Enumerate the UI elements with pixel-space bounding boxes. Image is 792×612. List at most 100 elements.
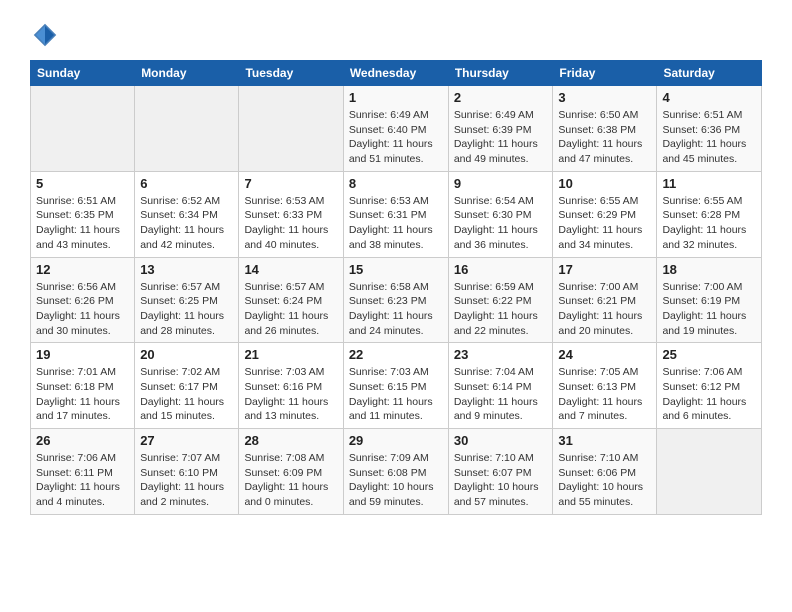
day-number: 8: [349, 176, 443, 191]
day-info: Sunrise: 6:52 AM Sunset: 6:34 PM Dayligh…: [140, 194, 233, 253]
day-info: Sunrise: 7:08 AM Sunset: 6:09 PM Dayligh…: [244, 451, 337, 510]
calendar-cell: 6 Sunrise: 6:52 AM Sunset: 6:34 PM Daylig…: [135, 171, 239, 257]
day-info: Sunrise: 7:04 AM Sunset: 6:14 PM Dayligh…: [454, 365, 548, 424]
calendar-cell: 18Sunrise: 7:00 AM Sunset: 6:19 PM Dayli…: [657, 257, 762, 343]
day-info: Sunrise: 6:54 AM Sunset: 6:30 PM Dayligh…: [454, 194, 548, 253]
weekday-header-thursday: Thursday: [448, 61, 553, 86]
calendar-cell: 14 Sunrise: 6:57 AM Sunset: 6:24 PM Dayli…: [239, 257, 343, 343]
day-info: Sunrise: 6:55 AM Sunset: 6:29 PM Dayligh…: [558, 194, 651, 253]
weekday-header-sunday: Sunday: [31, 61, 135, 86]
day-number: 6: [140, 176, 233, 191]
day-number: 22: [349, 347, 443, 362]
calendar-cell: 30 Sunrise: 7:10 AM Sunset: 6:07 PM Dayli…: [448, 429, 553, 515]
calendar-cell: 1 Sunrise: 6:49 AM Sunset: 6:40 PM Daylig…: [343, 86, 448, 172]
day-info: Sunrise: 6:51 AM Sunset: 6:36 PM Dayligh…: [662, 108, 756, 167]
day-info: Sunrise: 6:57 AM Sunset: 6:25 PM Dayligh…: [140, 280, 233, 339]
weekday-header-tuesday: Tuesday: [239, 61, 343, 86]
calendar-cell: 19Sunrise: 7:01 AM Sunset: 6:18 PM Dayli…: [31, 343, 135, 429]
day-number: 14: [244, 262, 337, 277]
calendar-cell: 16 Sunrise: 6:59 AM Sunset: 6:22 PM Dayli…: [448, 257, 553, 343]
day-number: 15: [349, 262, 443, 277]
day-number: 13: [140, 262, 233, 277]
calendar-cell: [31, 86, 135, 172]
weekday-header-saturday: Saturday: [657, 61, 762, 86]
day-info: Sunrise: 7:07 AM Sunset: 6:10 PM Dayligh…: [140, 451, 233, 510]
calendar-cell: 25 Sunrise: 7:06 AM Sunset: 6:12 PM Dayli…: [657, 343, 762, 429]
day-number: 9: [454, 176, 548, 191]
day-info: Sunrise: 6:55 AM Sunset: 6:28 PM Dayligh…: [662, 194, 756, 253]
week-row-2: 5 Sunrise: 6:51 AM Sunset: 6:35 PM Daylig…: [31, 171, 762, 257]
calendar-cell: 26 Sunrise: 7:06 AM Sunset: 6:11 PM Dayli…: [31, 429, 135, 515]
calendar-cell: 2 Sunrise: 6:49 AM Sunset: 6:39 PM Daylig…: [448, 86, 553, 172]
weekday-header-monday: Monday: [135, 61, 239, 86]
day-info: Sunrise: 6:49 AM Sunset: 6:40 PM Dayligh…: [349, 108, 443, 167]
day-number: 25: [662, 347, 756, 362]
week-row-4: 19Sunrise: 7:01 AM Sunset: 6:18 PM Dayli…: [31, 343, 762, 429]
day-info: Sunrise: 7:06 AM Sunset: 6:12 PM Dayligh…: [662, 365, 756, 424]
calendar: SundayMondayTuesdayWednesdayThursdayFrid…: [30, 60, 762, 515]
day-number: 28: [244, 433, 337, 448]
day-number: 21: [244, 347, 337, 362]
calendar-cell: [135, 86, 239, 172]
page-header: [30, 20, 762, 50]
logo: [30, 20, 65, 50]
day-info: Sunrise: 7:00 AM Sunset: 6:21 PM Dayligh…: [558, 280, 651, 339]
calendar-cell: 4Sunrise: 6:51 AM Sunset: 6:36 PM Daylig…: [657, 86, 762, 172]
calendar-cell: 20Sunrise: 7:02 AM Sunset: 6:17 PM Dayli…: [135, 343, 239, 429]
day-number: 5: [36, 176, 129, 191]
day-number: 3: [558, 90, 651, 105]
weekday-row: SundayMondayTuesdayWednesdayThursdayFrid…: [31, 61, 762, 86]
calendar-cell: 31Sunrise: 7:10 AM Sunset: 6:06 PM Dayli…: [553, 429, 657, 515]
calendar-cell: 3 Sunrise: 6:50 AM Sunset: 6:38 PM Daylig…: [553, 86, 657, 172]
day-info: Sunrise: 7:02 AM Sunset: 6:17 PM Dayligh…: [140, 365, 233, 424]
calendar-cell: 11 Sunrise: 6:55 AM Sunset: 6:28 PM Dayli…: [657, 171, 762, 257]
calendar-cell: 15Sunrise: 6:58 AM Sunset: 6:23 PM Dayli…: [343, 257, 448, 343]
calendar-cell: [239, 86, 343, 172]
day-info: Sunrise: 7:10 AM Sunset: 6:07 PM Dayligh…: [454, 451, 548, 510]
day-number: 30: [454, 433, 548, 448]
week-row-3: 12 Sunrise: 6:56 AM Sunset: 6:26 PM Dayli…: [31, 257, 762, 343]
weekday-header-wednesday: Wednesday: [343, 61, 448, 86]
calendar-cell: 9 Sunrise: 6:54 AM Sunset: 6:30 PM Daylig…: [448, 171, 553, 257]
day-number: 26: [36, 433, 129, 448]
week-row-1: 1 Sunrise: 6:49 AM Sunset: 6:40 PM Daylig…: [31, 86, 762, 172]
day-info: Sunrise: 6:49 AM Sunset: 6:39 PM Dayligh…: [454, 108, 548, 167]
day-info: Sunrise: 6:56 AM Sunset: 6:26 PM Dayligh…: [36, 280, 129, 339]
calendar-cell: 7 Sunrise: 6:53 AM Sunset: 6:33 PM Daylig…: [239, 171, 343, 257]
day-info: Sunrise: 6:59 AM Sunset: 6:22 PM Dayligh…: [454, 280, 548, 339]
weekday-header-friday: Friday: [553, 61, 657, 86]
day-info: Sunrise: 6:53 AM Sunset: 6:33 PM Dayligh…: [244, 194, 337, 253]
day-number: 12: [36, 262, 129, 277]
day-info: Sunrise: 7:00 AM Sunset: 6:19 PM Dayligh…: [662, 280, 756, 339]
day-info: Sunrise: 7:06 AM Sunset: 6:11 PM Dayligh…: [36, 451, 129, 510]
calendar-cell: 27Sunrise: 7:07 AM Sunset: 6:10 PM Dayli…: [135, 429, 239, 515]
week-row-5: 26 Sunrise: 7:06 AM Sunset: 6:11 PM Dayli…: [31, 429, 762, 515]
calendar-header: SundayMondayTuesdayWednesdayThursdayFrid…: [31, 61, 762, 86]
day-info: Sunrise: 6:57 AM Sunset: 6:24 PM Dayligh…: [244, 280, 337, 339]
day-number: 16: [454, 262, 548, 277]
day-number: 1: [349, 90, 443, 105]
day-info: Sunrise: 6:50 AM Sunset: 6:38 PM Dayligh…: [558, 108, 651, 167]
calendar-body: 1 Sunrise: 6:49 AM Sunset: 6:40 PM Daylig…: [31, 86, 762, 515]
calendar-cell: 13 Sunrise: 6:57 AM Sunset: 6:25 PM Dayli…: [135, 257, 239, 343]
day-info: Sunrise: 6:53 AM Sunset: 6:31 PM Dayligh…: [349, 194, 443, 253]
day-number: 19: [36, 347, 129, 362]
calendar-cell: 8 Sunrise: 6:53 AM Sunset: 6:31 PM Daylig…: [343, 171, 448, 257]
calendar-cell: 10 Sunrise: 6:55 AM Sunset: 6:29 PM Dayli…: [553, 171, 657, 257]
day-number: 2: [454, 90, 548, 105]
day-number: 29: [349, 433, 443, 448]
day-info: Sunrise: 7:05 AM Sunset: 6:13 PM Dayligh…: [558, 365, 651, 424]
day-info: Sunrise: 7:03 AM Sunset: 6:15 PM Dayligh…: [349, 365, 443, 424]
day-number: 10: [558, 176, 651, 191]
calendar-cell: 5 Sunrise: 6:51 AM Sunset: 6:35 PM Daylig…: [31, 171, 135, 257]
day-info: Sunrise: 6:51 AM Sunset: 6:35 PM Dayligh…: [36, 194, 129, 253]
day-number: 24: [558, 347, 651, 362]
day-info: Sunrise: 7:10 AM Sunset: 6:06 PM Dayligh…: [558, 451, 651, 510]
calendar-cell: 28 Sunrise: 7:08 AM Sunset: 6:09 PM Dayli…: [239, 429, 343, 515]
calendar-cell: 23Sunrise: 7:04 AM Sunset: 6:14 PM Dayli…: [448, 343, 553, 429]
logo-icon: [30, 20, 60, 50]
calendar-cell: 21Sunrise: 7:03 AM Sunset: 6:16 PM Dayli…: [239, 343, 343, 429]
day-number: 11: [662, 176, 756, 191]
day-number: 7: [244, 176, 337, 191]
day-info: Sunrise: 7:09 AM Sunset: 6:08 PM Dayligh…: [349, 451, 443, 510]
